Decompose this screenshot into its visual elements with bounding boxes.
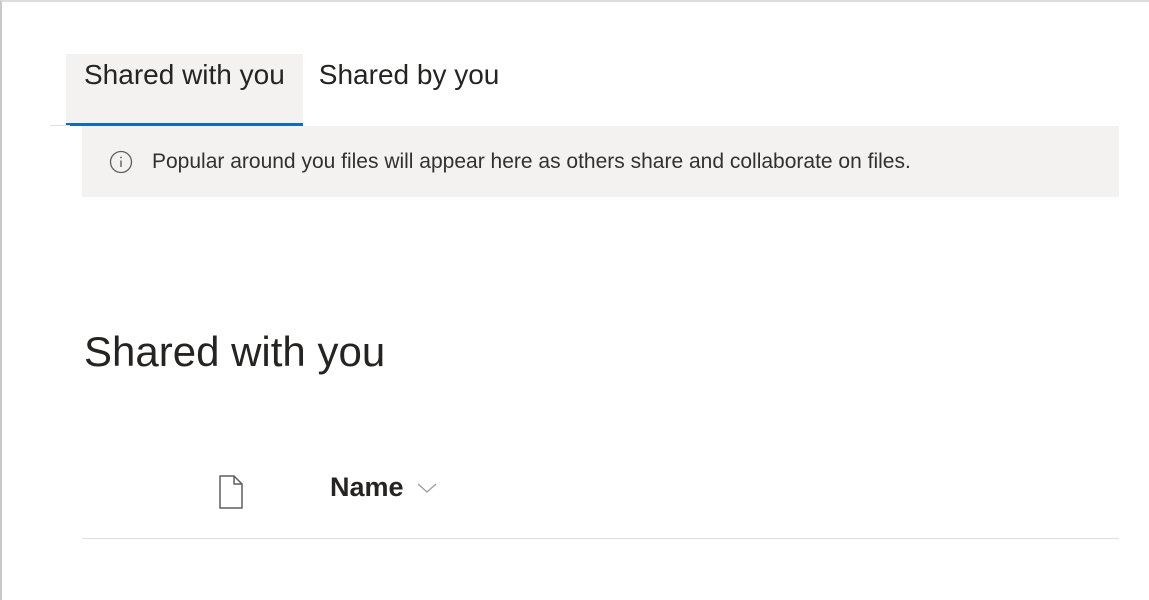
- tab-label: Shared by you: [318, 59, 500, 90]
- section-title: Shared with you: [84, 328, 386, 375]
- tab-shared-with-you[interactable]: Shared with you: [66, 54, 303, 126]
- info-banner: Popular around you files will appear her…: [82, 126, 1119, 197]
- name-column-header[interactable]: Name: [330, 472, 438, 503]
- tab-label: Shared with you: [84, 59, 285, 90]
- tab-shared-by-you[interactable]: Shared by you: [303, 54, 518, 124]
- banner-message: Popular around you files will appear her…: [152, 149, 911, 173]
- list-header: Name: [82, 464, 1119, 539]
- tab-bar: Shared with you Shared by you: [66, 54, 517, 126]
- chevron-down-icon: [416, 481, 438, 495]
- tab-divider: [50, 125, 70, 126]
- shared-page: Shared with you Shared by you Popular ar…: [0, 0, 1149, 600]
- info-icon: [108, 149, 134, 175]
- document-icon[interactable]: [216, 474, 246, 510]
- name-column-label: Name: [330, 472, 404, 502]
